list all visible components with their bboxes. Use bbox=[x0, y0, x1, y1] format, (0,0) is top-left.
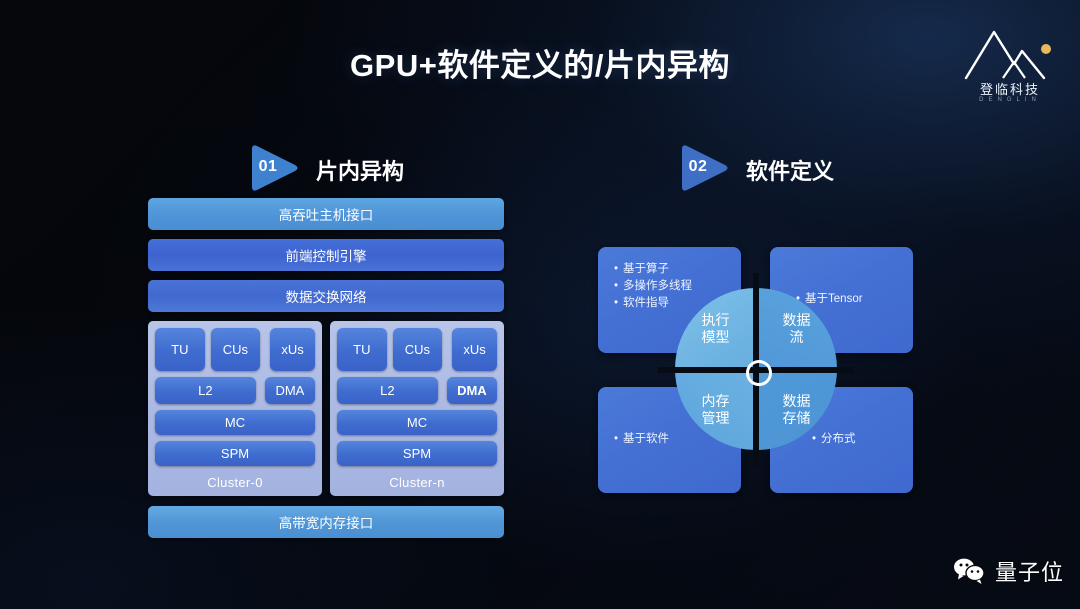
cluster-cell-dma: DMA bbox=[264, 377, 315, 404]
list-item: 基于算子 bbox=[614, 261, 734, 278]
cluster-cell-tu: TU bbox=[155, 328, 205, 371]
circle-label-line1: 执行 bbox=[701, 311, 730, 328]
cluster-row-spm: SPM bbox=[337, 441, 497, 466]
cluster-row-mc: MC bbox=[337, 410, 497, 435]
quadrant-diagram: 基于算子 多操作多线程 软件指导 基于Tensor 基于软件 分布式 执行 bbox=[598, 247, 914, 493]
page-title: GPU+软件定义的/片内异构 bbox=[350, 48, 730, 83]
arch-bar-memory-interface: 高带宽内存接口 bbox=[148, 506, 504, 538]
cluster-block: TU CUs xUs L2 DMA MC SPM Cluster-n bbox=[330, 321, 504, 496]
wechat-icon bbox=[953, 558, 985, 584]
brand-name: 登临科技 bbox=[979, 82, 1040, 97]
mountain-logo-icon bbox=[964, 30, 1051, 80]
brand-logo: 登临科技 DENGLIN bbox=[956, 22, 1064, 114]
watermark: 量子位 bbox=[953, 555, 1064, 587]
cluster-block: TU CUs xUs L2 DMA MC SPM Cluster-0 bbox=[148, 321, 322, 496]
circle-label-line2: 管理 bbox=[701, 409, 730, 426]
section-title: 片内异构 bbox=[316, 159, 405, 184]
cluster-row-units: TU CUs xUs bbox=[337, 328, 497, 371]
section-number: 01 bbox=[258, 158, 278, 175]
circle-label-line1: 数据 bbox=[782, 392, 811, 409]
cluster-row-mc: MC bbox=[155, 410, 315, 435]
circle-label-line1: 数据 bbox=[782, 311, 811, 328]
cluster-cell-cus: CUs bbox=[210, 328, 261, 371]
cluster-cell-xus: xUs bbox=[452, 328, 497, 371]
cluster-row-cache: L2 DMA bbox=[337, 377, 497, 404]
cluster-label: Cluster-0 bbox=[207, 475, 263, 490]
cluster-cell-spm: SPM bbox=[337, 441, 497, 466]
circle-label-line2: 存储 bbox=[782, 409, 811, 426]
cluster-cell-mc: MC bbox=[155, 410, 315, 435]
circle-label-line1: 内存 bbox=[701, 392, 730, 409]
circle-quadrant-execution-model: 执行 模型 bbox=[675, 288, 756, 369]
cluster-cell-spm: SPM bbox=[155, 441, 315, 466]
slide-canvas: GPU+软件定义的/片内异构 登临科技 DENGLIN 01 片内异构 02 软… bbox=[0, 0, 1080, 609]
circle-quadrant-memory-management: 内存 管理 bbox=[675, 369, 756, 450]
watermark-text: 量子位 bbox=[994, 560, 1064, 585]
brand-subtitle: DENGLIN bbox=[979, 97, 1041, 103]
cluster-cell-cus: CUs bbox=[392, 328, 443, 371]
arch-bar-data-network: 数据交换网络 bbox=[148, 280, 504, 312]
cluster-row: TU CUs xUs L2 DMA MC SPM Cluster-0 TU CU… bbox=[148, 321, 504, 496]
cluster-cell-xus: xUs bbox=[270, 328, 315, 371]
arch-bar-host-interface: 高吞吐主机接口 bbox=[148, 198, 504, 230]
cluster-row-spm: SPM bbox=[155, 441, 315, 466]
arch-bar-frontend-engine: 前端控制引擎 bbox=[148, 239, 504, 271]
section-number: 02 bbox=[688, 158, 708, 175]
cluster-cell-l2: L2 bbox=[155, 377, 256, 404]
circle-label-line2: 模型 bbox=[701, 328, 730, 345]
cluster-cell-l2: L2 bbox=[337, 377, 438, 404]
section-title: 软件定义 bbox=[746, 159, 835, 184]
cluster-cell-mc: MC bbox=[337, 410, 497, 435]
circle-label-line2: 流 bbox=[789, 328, 804, 345]
circle-quadrant-dataflow: 数据 流 bbox=[756, 288, 837, 369]
cluster-row-cache: L2 DMA bbox=[155, 377, 315, 404]
cluster-row-units: TU CUs xUs bbox=[155, 328, 315, 371]
cluster-label: Cluster-n bbox=[389, 475, 445, 490]
cluster-cell-dma: DMA bbox=[446, 377, 497, 404]
cluster-cell-tu: TU bbox=[337, 328, 387, 371]
architecture-diagram: 高吞吐主机接口 前端控制引擎 数据交换网络 TU CUs xUs L2 DMA … bbox=[148, 198, 504, 547]
center-hub-ring-icon bbox=[746, 360, 772, 386]
